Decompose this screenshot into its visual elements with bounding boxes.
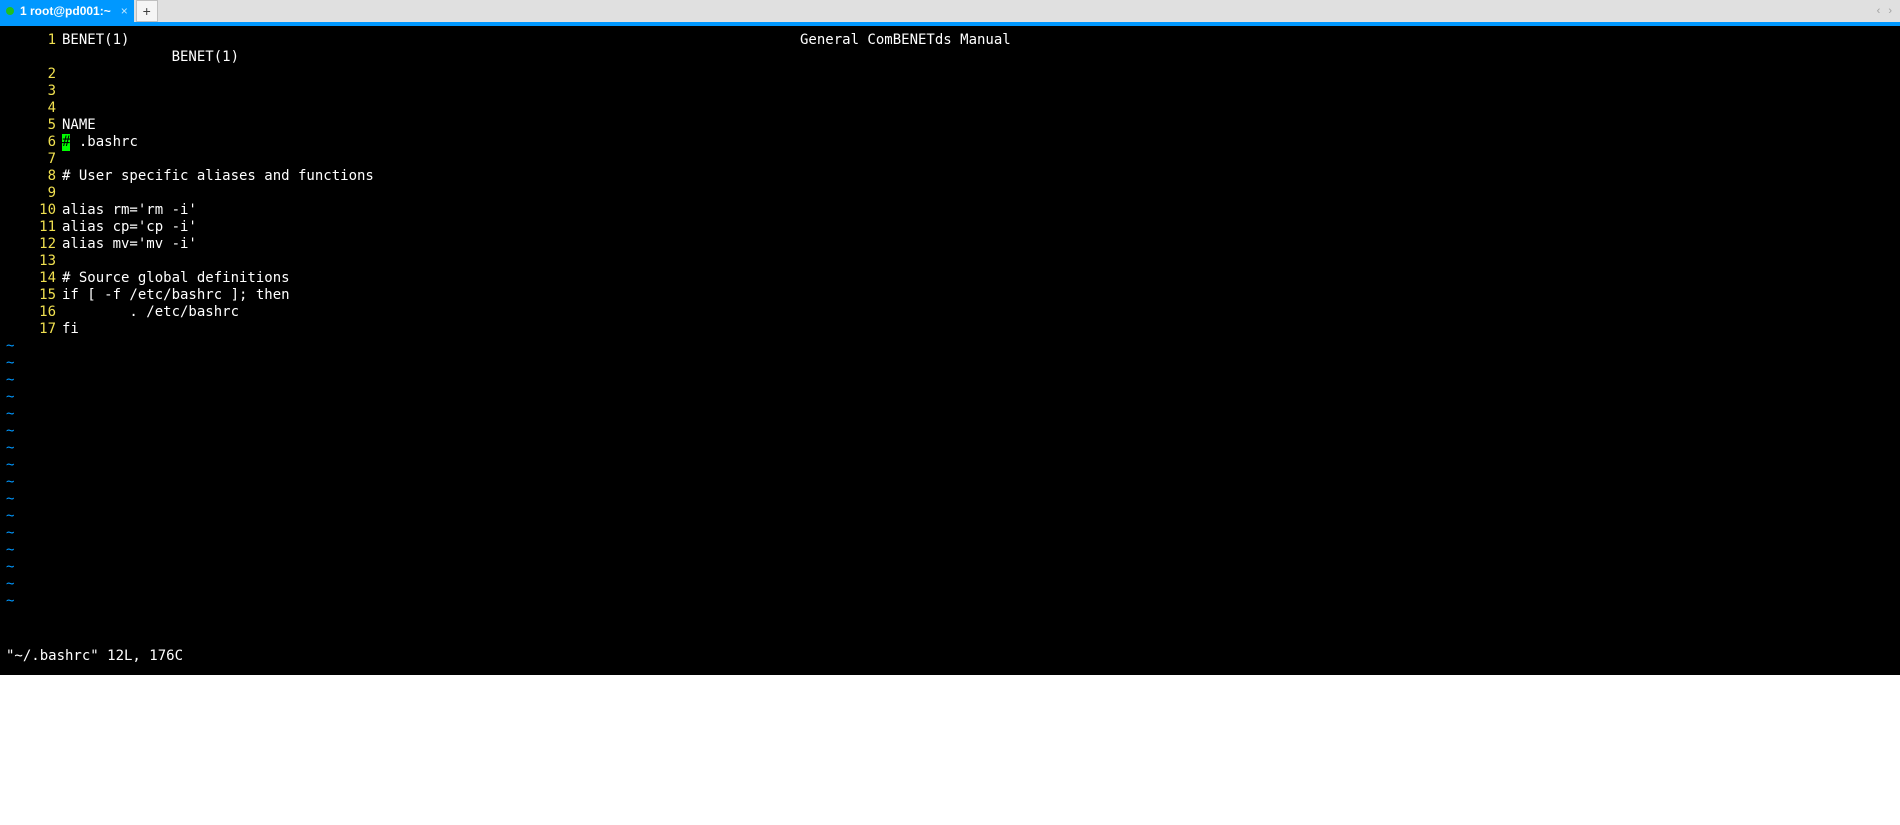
- tilde-icon: ~: [0, 423, 14, 440]
- line-number: 11: [0, 219, 62, 236]
- terminal-tab[interactable]: 1 root@pd001:~ ×: [0, 0, 134, 22]
- empty-line-tilde: ~: [0, 576, 1900, 593]
- editor-line-wrap: BENET(1): [0, 49, 1900, 66]
- line-number: 10: [0, 202, 62, 219]
- empty-line-tilde: ~: [0, 423, 1900, 440]
- empty-line-tilde: ~: [0, 355, 1900, 372]
- tilde-icon: ~: [0, 542, 14, 559]
- page-whitespace: [0, 675, 1900, 825]
- line-number-empty: [0, 49, 62, 66]
- editor-line: 13: [0, 253, 1900, 270]
- line-text: alias mv='mv -i': [62, 236, 197, 253]
- editor-line: 6# .bashrc: [0, 134, 1900, 151]
- empty-line-tilde: ~: [0, 559, 1900, 576]
- tilde-icon: ~: [0, 491, 14, 508]
- editor-line: 8# User specific aliases and functions: [0, 168, 1900, 185]
- empty-line-tilde: ~: [0, 525, 1900, 542]
- empty-line-tilde: ~: [0, 593, 1900, 610]
- tab-label: 1 root@pd001:~: [20, 4, 111, 18]
- empty-line-tilde: ~: [0, 440, 1900, 457]
- line-number: 6: [0, 134, 62, 151]
- close-icon[interactable]: ×: [117, 4, 128, 18]
- line-number: 17: [0, 321, 62, 338]
- empty-line-tilde: ~: [0, 491, 1900, 508]
- tilde-icon: ~: [0, 338, 14, 355]
- line-number: 14: [0, 270, 62, 287]
- tilde-icon: ~: [0, 474, 14, 491]
- line-number: 3: [0, 83, 62, 100]
- tilde-icon: ~: [0, 508, 14, 525]
- line-number: 13: [0, 253, 62, 270]
- tilde-icon: ~: [0, 406, 14, 423]
- titlebar: 1 root@pd001:~ × + ‹ ›: [0, 0, 1900, 26]
- tilde-icon: ~: [0, 372, 14, 389]
- line-number: 16: [0, 304, 62, 321]
- line-number: 9: [0, 185, 62, 202]
- empty-line-tilde: ~: [0, 542, 1900, 559]
- line-number: 8: [0, 168, 62, 185]
- nav-right-icon[interactable]: ›: [1888, 5, 1892, 17]
- line-text: alias cp='cp -i': [62, 219, 197, 236]
- empty-line-tilde: ~: [0, 389, 1900, 406]
- line-text: .bashrc: [70, 134, 137, 151]
- editor-line: 3: [0, 83, 1900, 100]
- editor-line: 11alias cp='cp -i': [0, 219, 1900, 236]
- line-number: 7: [0, 151, 62, 168]
- editor-line: 17fi: [0, 321, 1900, 338]
- empty-line-tilde: ~: [0, 338, 1900, 355]
- line-text: fi: [62, 321, 79, 338]
- tilde-icon: ~: [0, 440, 14, 457]
- line-text: if [ -f /etc/bashrc ]; then: [62, 287, 290, 304]
- line-number: 15: [0, 287, 62, 304]
- nav-left-icon[interactable]: ‹: [1877, 5, 1881, 17]
- status-dot-icon: [6, 7, 14, 15]
- tilde-icon: ~: [0, 389, 14, 406]
- editor-line: 9: [0, 185, 1900, 202]
- editor-line: 7: [0, 151, 1900, 168]
- cursor: #: [62, 134, 70, 151]
- editor-line: 4: [0, 100, 1900, 117]
- editor-line: 16 . /etc/bashrc: [0, 304, 1900, 321]
- empty-line-tilde: ~: [0, 457, 1900, 474]
- line-text: # User specific aliases and functions: [62, 168, 374, 185]
- line-number: 1: [0, 32, 62, 49]
- terminal-viewport[interactable]: 1 BENET(1) General ComBENETds Manual BEN…: [0, 26, 1900, 825]
- tilde-icon: ~: [0, 457, 14, 474]
- tilde-icon: ~: [0, 355, 14, 372]
- header-wrap: BENET(1): [172, 49, 239, 66]
- tilde-icon: ~: [0, 525, 14, 542]
- tilde-icon: ~: [0, 593, 14, 610]
- line-text: BENET(1): [62, 32, 129, 49]
- editor-line: 12alias mv='mv -i': [0, 236, 1900, 253]
- line-number: 4: [0, 100, 62, 117]
- editor-line: 2: [0, 66, 1900, 83]
- new-tab-button[interactable]: +: [136, 0, 158, 22]
- editor-line: 15if [ -f /etc/bashrc ]; then: [0, 287, 1900, 304]
- line-text: alias rm='rm -i': [62, 202, 197, 219]
- empty-line-tilde: ~: [0, 508, 1900, 525]
- plus-icon: +: [143, 3, 151, 19]
- editor-line: 5NAME: [0, 117, 1900, 134]
- tilde-icon: ~: [0, 576, 14, 593]
- line-text: [62, 49, 172, 66]
- line-text: NAME: [62, 117, 96, 134]
- editor-line: 10alias rm='rm -i': [0, 202, 1900, 219]
- empty-line-tilde: ~: [0, 474, 1900, 491]
- line-text: # Source global definitions: [62, 270, 290, 287]
- man-header-center: General ComBENETds Manual: [800, 32, 1011, 49]
- tilde-icon: ~: [0, 559, 14, 576]
- empty-line-tilde: ~: [0, 372, 1900, 389]
- line-number: 2: [0, 66, 62, 83]
- editor-line: 1 BENET(1) General ComBENETds Manual: [0, 32, 1900, 49]
- empty-line-tilde: ~: [0, 406, 1900, 423]
- editor-line: 14# Source global definitions: [0, 270, 1900, 287]
- vim-status-line: "~/.bashrc" 12L, 176C: [0, 648, 1900, 665]
- line-number: 5: [0, 117, 62, 134]
- line-number: 12: [0, 236, 62, 253]
- titlebar-nav: ‹ ›: [1877, 0, 1900, 22]
- line-text: . /etc/bashrc: [62, 304, 239, 321]
